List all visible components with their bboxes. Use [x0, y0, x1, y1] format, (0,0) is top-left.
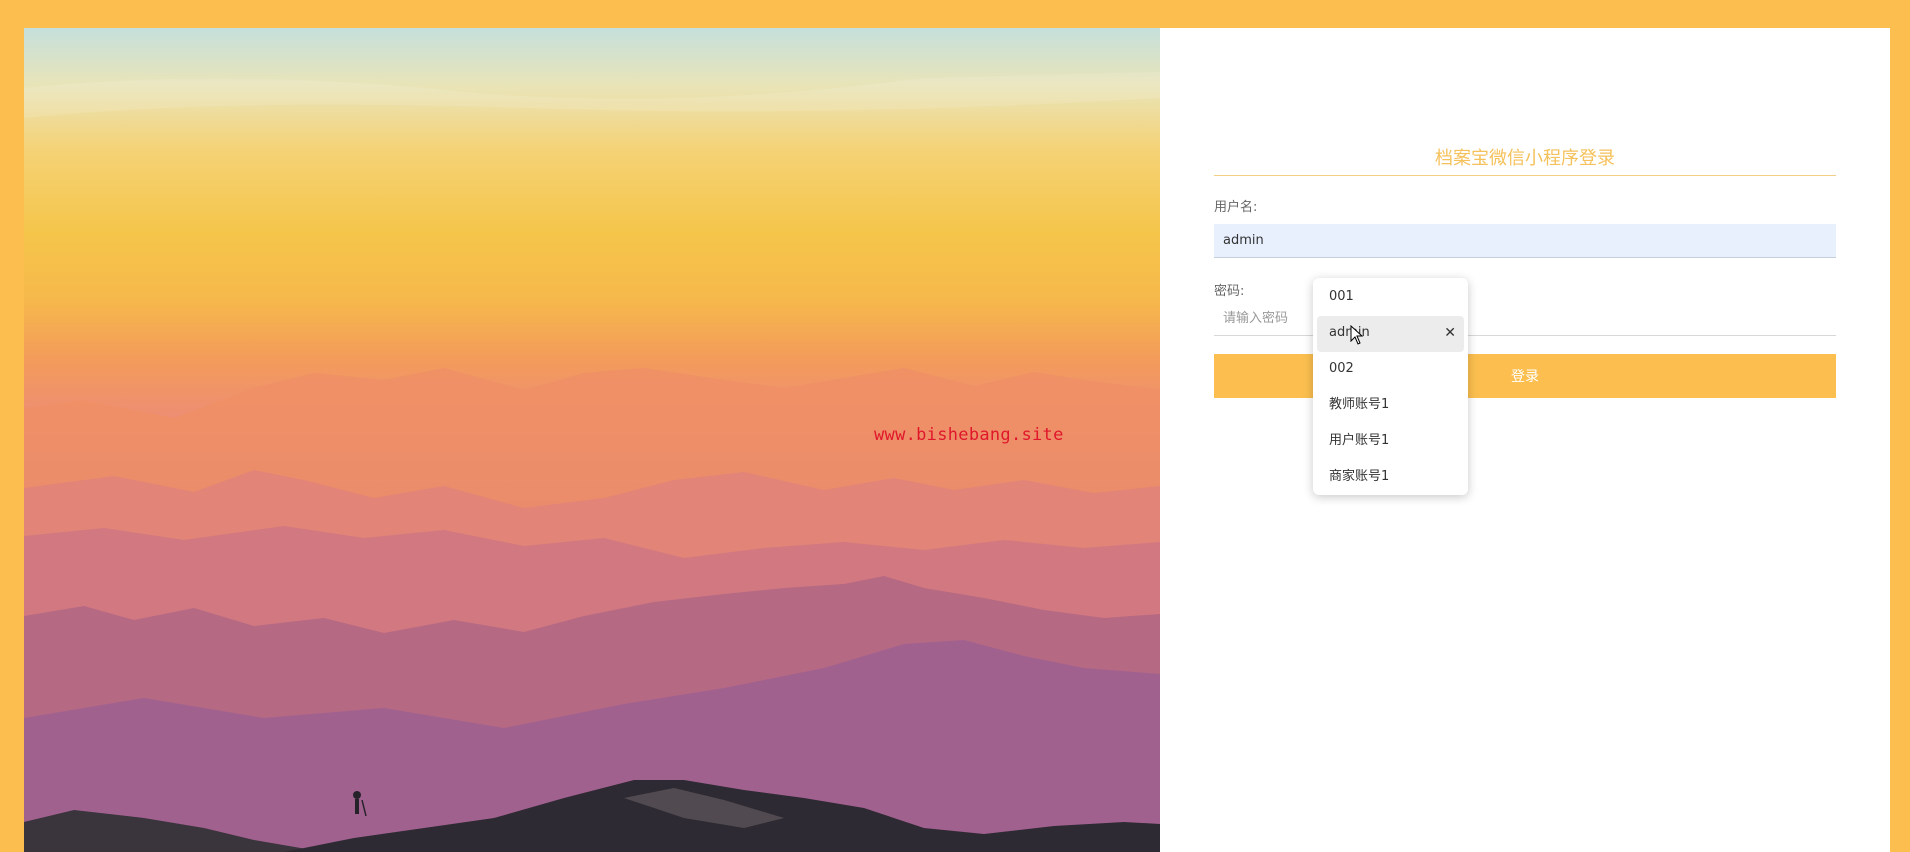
mouse-cursor-icon: [1350, 325, 1364, 345]
autocomplete-option[interactable]: 商家账号1: [1317, 460, 1464, 496]
page-title: 档案宝微信小程序登录: [1435, 148, 1615, 169]
username-field[interactable]: [1214, 224, 1836, 258]
autocomplete-dropdown: 001 admin ✕ 002 教师账号1 用户账号1 商家账号1: [1313, 278, 1468, 495]
username-label: 用户名:: [1214, 200, 1258, 215]
password-field[interactable]: [1214, 302, 1836, 336]
autocomplete-option[interactable]: 用户账号1: [1317, 424, 1464, 460]
autocomplete-option-highlighted[interactable]: admin ✕: [1317, 316, 1464, 352]
autocomplete-option[interactable]: 教师账号1: [1317, 388, 1464, 424]
login-panel: 档案宝微信小程序登录 用户名: 密码: 登录: [1160, 28, 1890, 852]
autocomplete-option[interactable]: 001: [1317, 280, 1464, 316]
login-button[interactable]: 登录: [1214, 354, 1836, 398]
watermark-text: www.bishebang.site: [874, 425, 1064, 445]
autocomplete-option[interactable]: 002: [1317, 352, 1464, 388]
password-label: 密码:: [1214, 284, 1245, 299]
page-frame: www.bishebang.site 档案宝微信小程序登录 用户名: 密码: 登…: [24, 28, 1890, 852]
close-icon[interactable]: ✕: [1444, 316, 1456, 350]
landscape-image: www.bishebang.site: [24, 28, 1160, 852]
title-divider: [1214, 175, 1836, 176]
